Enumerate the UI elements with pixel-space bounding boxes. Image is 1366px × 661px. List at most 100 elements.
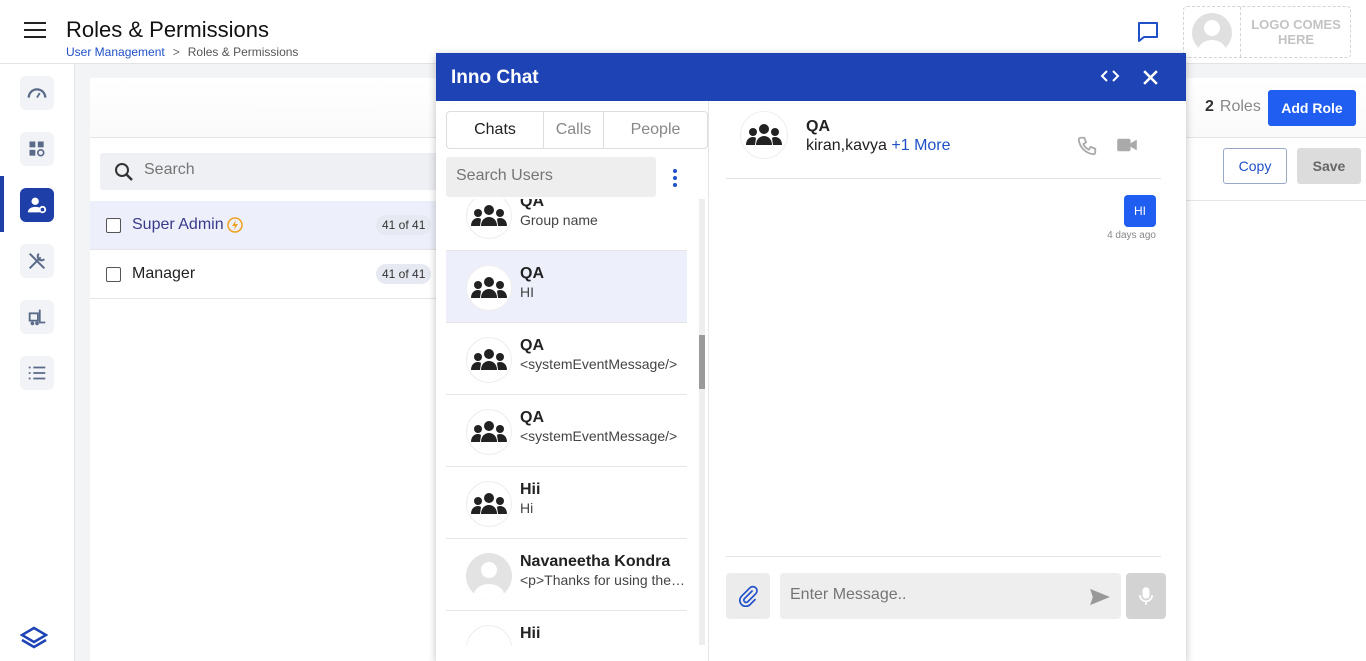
group-icon: [471, 349, 507, 370]
role-row-manager[interactable]: Manager 41 of 41: [90, 250, 436, 299]
send-icon[interactable]: [1089, 588, 1111, 606]
role-row-super-admin[interactable]: Super Admin 41 of 41: [90, 201, 436, 250]
page-title: Roles & Permissions: [66, 17, 269, 42]
chat-name: QA: [520, 337, 544, 354]
breadcrumb-separator: >: [172, 45, 180, 59]
tools-icon: [28, 252, 46, 270]
breadcrumb-current: Roles & Permissions: [187, 45, 299, 59]
message-input[interactable]: [790, 586, 1070, 604]
more-options-icon[interactable]: [673, 169, 677, 187]
roles-count-value: 2: [1205, 98, 1214, 115]
message-bubble: HI: [1124, 195, 1156, 227]
group-avatar: [466, 199, 512, 239]
sidebar-item-apps[interactable]: [20, 132, 54, 166]
tab-people[interactable]: People: [604, 112, 707, 148]
search-users-input[interactable]: [456, 167, 646, 185]
chat-last-message: Group name: [520, 212, 598, 228]
chat-last-message: <systemEventMessage/>: [520, 356, 678, 372]
tab-calls[interactable]: Calls: [544, 112, 604, 148]
chat-title: Inno Chat: [451, 67, 539, 88]
group-avatar: [466, 481, 512, 527]
list-item[interactable]: Hii Hi: [446, 467, 687, 539]
breadcrumb: User Management > Roles & Permissions: [66, 45, 298, 59]
sidebar-item-user-management[interactable]: [20, 188, 54, 222]
permission-count-badge: 41 of 41: [376, 264, 432, 284]
copy-button[interactable]: Copy: [1223, 148, 1287, 184]
menu-icon[interactable]: [24, 22, 46, 40]
list-item[interactable]: QA <systemEventMessage/>: [446, 323, 687, 395]
lightning-bolt-icon: [227, 217, 243, 233]
permission-count-badge: 41 of 41: [376, 215, 432, 235]
chat-bubble-icon[interactable]: [1136, 20, 1160, 44]
sidebar-item-list[interactable]: [20, 356, 54, 390]
chat-list: QA Group name QA HI QA <systemEventMessa…: [446, 199, 687, 645]
role-search[interactable]: [100, 153, 440, 190]
list-icon: [28, 366, 46, 380]
forklift-icon: [28, 309, 46, 326]
list-item[interactable]: Hii: [446, 611, 687, 645]
member-list: kiran,kavya: [806, 137, 887, 154]
apps-settings-icon: [29, 141, 45, 157]
chat-list-scrollbar[interactable]: [699, 199, 705, 645]
video-camera-icon[interactable]: [1116, 137, 1138, 153]
list-item[interactable]: QA HI: [446, 251, 687, 323]
chat-name: QA: [520, 199, 544, 210]
expand-code-icon[interactable]: [1100, 68, 1120, 84]
group-icon: [471, 421, 507, 442]
chat-name: QA: [520, 265, 544, 282]
role-checkbox[interactable]: [106, 267, 121, 282]
group-avatar: [466, 265, 512, 311]
chat-last-message: HI: [520, 284, 534, 300]
conversation-members: kiran,kavya +1 More: [806, 137, 951, 155]
sidebar-active-indicator: [0, 176, 4, 232]
user-search[interactable]: [446, 157, 656, 197]
tab-chats[interactable]: Chats: [447, 112, 544, 148]
person-icon: [474, 562, 504, 599]
group-avatar: [466, 337, 512, 383]
scrollbar-thumb[interactable]: [699, 335, 705, 389]
group-icon: [471, 493, 507, 514]
avatar[interactable]: [1192, 13, 1232, 53]
roles-count: 2 Roles: [1205, 98, 1261, 116]
message-input-box[interactable]: [780, 573, 1121, 619]
chat-name: Hii: [520, 481, 541, 498]
app-logo-icon: [20, 626, 48, 649]
breadcrumb-link-user-management[interactable]: User Management: [66, 45, 165, 59]
company-logo: LOGO COMES HERE: [1183, 6, 1351, 58]
attach-button[interactable]: [726, 573, 770, 619]
chat-last-message: <systemEventMessage/>: [520, 428, 678, 444]
role-name: Manager: [132, 265, 196, 282]
phone-icon[interactable]: [1076, 135, 1098, 157]
paperclip-icon: [739, 585, 758, 607]
sidebar-item-tools[interactable]: [20, 244, 54, 278]
list-item[interactable]: QA <systemEventMessage/>: [446, 395, 687, 467]
add-role-button[interactable]: Add Role: [1268, 90, 1356, 126]
chat-name: Navaneetha Kondra: [520, 553, 671, 570]
group-avatar: [740, 111, 788, 159]
conversation-panel: QA kiran,kavya +1 More HI 4 days ago: [726, 101, 1186, 661]
list-item[interactable]: Navaneetha Kondra <p>Thanks for using th…: [446, 539, 687, 611]
gauge-icon: [27, 88, 47, 99]
group-icon: [471, 205, 507, 226]
role-name: Super Admin: [132, 216, 224, 233]
search-input[interactable]: [144, 161, 424, 179]
role-checkbox[interactable]: [106, 218, 121, 233]
avatar: [466, 553, 512, 599]
chat-name: QA: [520, 409, 544, 426]
list-item[interactable]: QA Group name: [446, 199, 687, 251]
group-avatar: [466, 625, 512, 645]
sidebar-item-forklift[interactable]: [20, 300, 54, 334]
more-members-link[interactable]: +1 More: [891, 137, 950, 154]
save-button[interactable]: Save: [1297, 148, 1361, 184]
chat-last-message: <p>Thanks for using the …: [520, 572, 685, 588]
sidebar-item-dashboard[interactable]: [20, 76, 54, 110]
group-avatar: [466, 409, 512, 455]
group-icon: [746, 124, 782, 145]
close-icon[interactable]: [1142, 69, 1159, 86]
microphone-icon: [1139, 587, 1153, 605]
conversation-name: QA: [806, 118, 830, 135]
microphone-button[interactable]: [1126, 573, 1166, 619]
chat-last-message: Hi: [520, 500, 534, 516]
message-timestamp: 4 days ago: [1107, 230, 1156, 241]
chat-name: Hii: [520, 625, 541, 642]
